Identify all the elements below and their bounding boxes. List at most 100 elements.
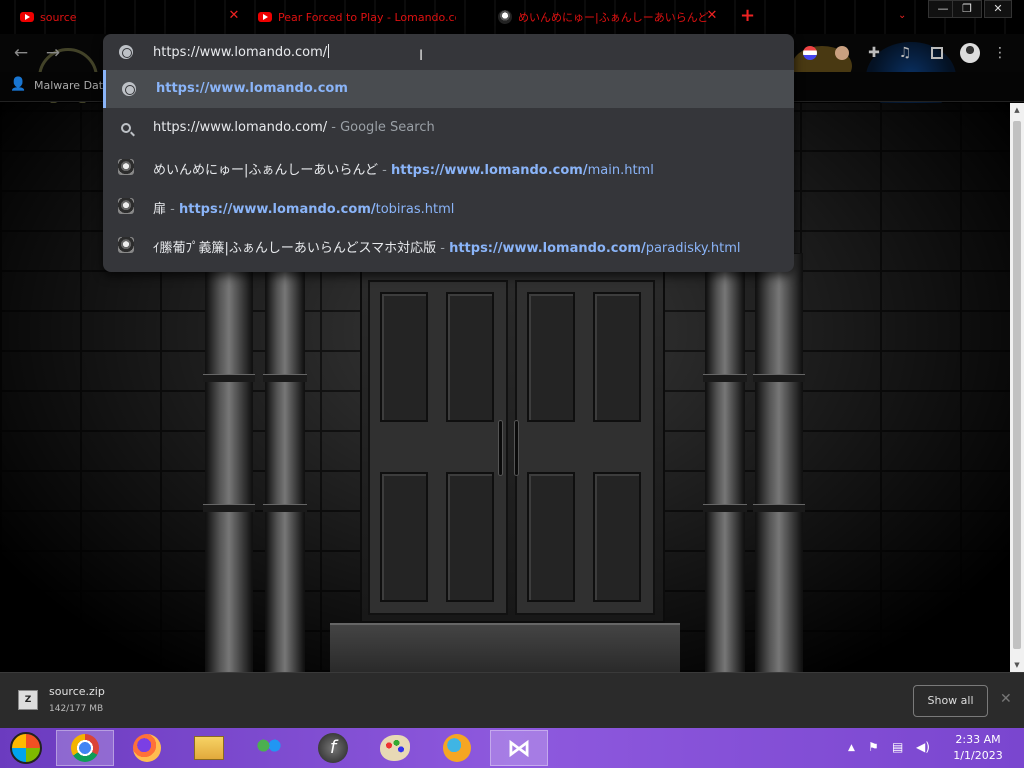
suggestion-text-part: https://www.lomando.com/	[390, 163, 588, 178]
restore-button[interactable]: ❐	[952, 0, 982, 18]
tab-title: めいんめにゅー|ふぁんしーあいらんど	[518, 11, 709, 24]
taskbar-firefox[interactable]	[118, 730, 176, 766]
omnibox-suggestion[interactable]: めいんめにゅー|ふぁんしーあいらんど - https://www.lomando…	[103, 148, 794, 186]
network-icon[interactable]: ▤	[892, 740, 903, 754]
avatar-extension-icon[interactable]	[832, 40, 852, 66]
double-door[interactable]	[360, 268, 665, 623]
suggestion-text: めいんめにゅー|ふぁんしーあいらんど - https://www.lomando…	[153, 159, 654, 178]
flag-extension-icon[interactable]	[800, 40, 820, 66]
chrome-icon	[71, 734, 99, 762]
door-handle	[498, 420, 503, 476]
suggestion-text-part: main.html	[587, 163, 654, 178]
suggestion-text-part: https://www.lomando.com	[156, 81, 348, 96]
volume-icon[interactable]: ◀)	[916, 740, 930, 754]
door-leaf-left	[368, 280, 508, 615]
taskbar-network-users[interactable]	[240, 730, 298, 766]
omnibox-suggestion[interactable]: ｲ縢葡ﾌﾟ義簾|ふぁんしーあいらんどスマホ対応版 - https://www.l…	[103, 226, 794, 264]
suggestion-text: 扉 - https://www.lomando.com/tobiras.html	[153, 198, 454, 217]
text-caret	[328, 44, 330, 58]
taskbar-visual-studio[interactable]: ⋈	[490, 730, 548, 766]
suggestion-text-part: -	[166, 202, 179, 217]
start-orb-icon	[10, 732, 42, 764]
bookmark-item[interactable]: 👤 Malware Dat	[10, 77, 103, 93]
suggestion-text: ｲ縢葡ﾌﾟ義簾|ふぁんしーあいらんどスマホ対応版 - https://www.l…	[153, 237, 741, 256]
show-all-button[interactable]: Show all	[913, 685, 988, 717]
extensions-puzzle-icon[interactable]: ✚	[864, 40, 884, 66]
pixel-character-icon	[118, 237, 134, 253]
tab-title: source	[40, 10, 77, 24]
user-icon: 👤	[10, 77, 27, 92]
suggestion-text-part: めいんめにゅー|ふぁんしーあいらんど	[153, 163, 378, 178]
tab-search-chevron-icon[interactable]: ⌄	[898, 10, 906, 21]
scroll-up-icon[interactable]: ▲	[1010, 103, 1024, 117]
suggestion-text-part: https://www.lomando.com/	[449, 241, 646, 256]
pixel-character-icon	[118, 159, 134, 175]
clock-time: 2:33 AM	[955, 733, 1001, 746]
page-scrollbar[interactable]: ▲ ▼	[1010, 103, 1024, 672]
tab-pear-forced[interactable]: Pear Forced to Play - Lomando.co ✕	[258, 6, 484, 28]
suggestion-text-part: https://www.lomando.com/	[178, 202, 376, 217]
back-arrow-icon[interactable]: ←	[10, 42, 32, 64]
pixel-character-icon	[498, 10, 512, 24]
tab-main-menu[interactable]: めいんめにゅー|ふぁんしーあいらんど ✕	[498, 6, 720, 28]
zip-file-icon: Z	[18, 690, 38, 710]
tab-close-icon[interactable]: ✕	[226, 8, 242, 24]
clock-date: 1/1/2023	[953, 749, 1003, 762]
taskbar-file-explorer[interactable]	[180, 730, 238, 766]
tab-strip: source ✕ Pear Forced to Play - Lomando.c…	[0, 0, 1024, 34]
new-tab-button[interactable]: +	[740, 7, 755, 25]
search-icon	[118, 120, 134, 136]
suggestion-text-part: https://www.lomando.com/	[153, 120, 328, 135]
pillar	[203, 253, 255, 672]
download-filename[interactable]: source.zip	[49, 685, 105, 698]
suggestion-text-part: -	[378, 163, 391, 178]
pillar	[263, 253, 307, 672]
profile-avatar-icon[interactable]	[958, 40, 982, 66]
flag-icon[interactable]: ⚑	[868, 740, 879, 754]
omnibox-suggestion[interactable]: https://www.lomando.com/ - Google Search	[103, 109, 794, 147]
close-download-bar-icon[interactable]: ✕	[1000, 691, 1012, 707]
tab-source[interactable]: source ✕	[20, 6, 242, 28]
firefox-icon	[133, 734, 161, 762]
side-panel-icon[interactable]	[926, 40, 948, 66]
taskbar-flash[interactable]: f	[304, 730, 362, 766]
taskbar-chrome[interactable]	[56, 730, 114, 766]
suggestion-text-part: - Google Search	[327, 120, 435, 135]
file-explorer-icon	[194, 736, 224, 760]
omnibox-suggestion[interactable]: https://www.lomando.com	[103, 70, 794, 108]
globe-icon	[121, 81, 137, 97]
address-input[interactable]: https://www.lomando.com/	[153, 44, 330, 60]
download-bar: Z source.zip 142/177 MB Show all ✕	[0, 672, 1024, 728]
tab-close-icon[interactable]: ✕	[704, 8, 720, 24]
suggestion-text-part: paradisky.html	[645, 241, 741, 256]
pixel-character-icon	[118, 198, 134, 214]
taskbar-waterfox[interactable]	[428, 730, 486, 766]
network-users-icon	[255, 736, 283, 760]
start-button[interactable]	[0, 730, 52, 766]
close-window-button[interactable]: ✕	[984, 0, 1012, 18]
menu-kebab-icon[interactable]: ⋮	[990, 40, 1010, 66]
suggestion-text: https://www.lomando.com/ - Google Search	[153, 120, 435, 135]
bookmark-label: Malware Dat	[34, 78, 104, 92]
pillar	[753, 253, 805, 672]
taskbar-paint[interactable]	[366, 730, 424, 766]
suggestion-text: https://www.lomando.com	[156, 81, 348, 96]
screen: { "browser": { "tabs": [ {"title": "sour…	[0, 0, 1024, 768]
windows-taskbar: f ⋈ ▲ ⚑ ▤ ◀) 2:33 AM 1/1/2023	[0, 728, 1024, 768]
door-steps	[330, 623, 680, 672]
globe-icon	[119, 45, 133, 59]
door-leaf-right	[515, 280, 655, 615]
flash-icon: f	[318, 733, 348, 763]
scroll-down-icon[interactable]: ▼	[1010, 658, 1024, 672]
media-control-icon[interactable]: ♫	[894, 40, 916, 66]
chevron-up-icon[interactable]: ▲	[848, 743, 855, 753]
youtube-icon	[258, 10, 272, 24]
address-bar[interactable]: https://www.lomando.com/ I	[103, 34, 794, 70]
paint-icon	[380, 735, 410, 761]
visual-studio-icon: ⋈	[507, 734, 531, 762]
scrollbar-thumb[interactable]	[1013, 121, 1021, 649]
forward-arrow-icon[interactable]: →	[42, 42, 64, 64]
waterfox-icon	[443, 734, 471, 762]
taskbar-clock[interactable]: 2:33 AM 1/1/2023	[947, 732, 1009, 764]
omnibox-suggestion[interactable]: 扉 - https://www.lomando.com/tobiras.html	[103, 187, 794, 225]
